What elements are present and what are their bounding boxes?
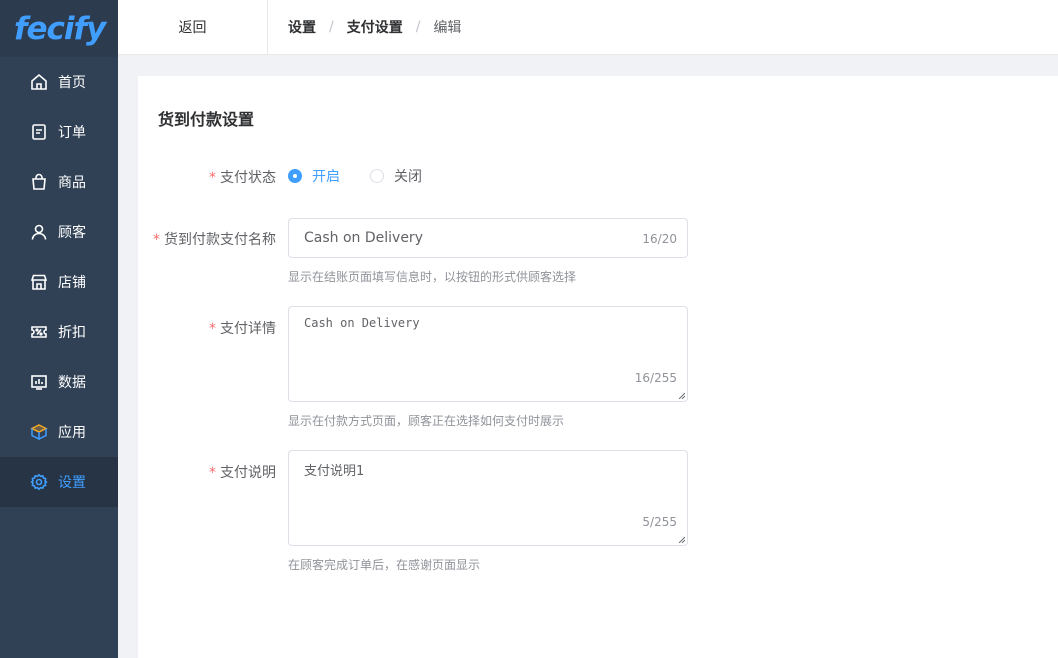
name-label-text: 货到付款支付名称 [164,232,276,248]
payment-name-value: Cash on Delivery [304,230,423,246]
sidebar-menu: 首页 订单 商品 顾客 店铺 折扣 数据 应用 设置 [0,57,118,507]
breadcrumb-settings[interactable]: 设置 [288,17,316,37]
logo-text: fecify [14,10,106,47]
name-field: Cash on Delivery 16/20 显示在结账页面填写信息时，以按钮的… [288,218,688,285]
sidebar: fecify 首页 订单 商品 顾客 店铺 折扣 数据 应用 设置 [0,0,118,658]
sidebar-item-settings[interactable]: 设置 [0,457,118,507]
discount-ticket-icon [30,323,48,341]
sidebar-item-analytics[interactable]: 数据 [0,357,118,407]
user-icon [30,223,48,241]
status-label-text: 支付状态 [220,170,276,186]
description-label: * 支付说明 [209,462,276,482]
sidebar-item-apps[interactable]: 应用 [0,407,118,457]
app-cube-icon [30,423,48,441]
payment-description-hint: 在顾客完成订单后，在感谢页面显示 [288,558,481,572]
payment-description-counter: 5/255 [642,515,677,529]
brand-logo[interactable]: fecify [0,0,118,57]
required-mark: * [209,321,216,337]
store-icon [30,273,48,291]
breadcrumb-payment-settings[interactable]: 支付设置 [347,17,403,37]
required-mark: * [209,465,216,481]
payment-name-counter: 16/20 [642,232,677,246]
resize-handle-icon[interactable] [678,536,685,543]
sidebar-item-home[interactable]: 首页 [0,57,118,107]
description-label-text: 支付说明 [220,465,276,481]
status-on-label: 开启 [312,169,340,185]
radio-checked-icon [288,169,302,183]
radio-unchecked-icon [370,169,384,183]
description-field: 支付说明1 5/255 在顾客完成订单后，在感谢页面显示 [288,450,688,573]
payment-description-textarea[interactable]: 支付说明1 5/255 [288,450,688,546]
gear-icon [30,473,48,491]
status-label: * 支付状态 [209,167,276,187]
page-title: 货到付款设置 [158,110,255,129]
sidebar-item-label: 商品 [58,175,86,191]
shopping-bag-icon [30,173,48,191]
sidebar-item-label: 数据 [58,375,86,391]
breadcrumb-edit: 编辑 [433,20,462,36]
sidebar-item-store[interactable]: 店铺 [0,257,118,307]
sidebar-item-label: 顾客 [58,225,86,241]
order-icon [30,123,48,141]
payment-details-hint: 显示在付款方式页面，顾客正在选择如何支付时展示 [288,414,565,428]
sidebar-item-products[interactable]: 商品 [0,157,118,207]
back-button[interactable]: 返回 [118,0,268,55]
status-radio-off[interactable]: 关闭 [370,166,422,186]
status-radio-group: 开启 关闭 [288,166,452,186]
resize-handle-icon[interactable] [678,392,685,399]
sidebar-item-label: 店铺 [58,275,86,291]
home-icon [30,73,48,91]
payment-details-counter: 16/255 [634,371,677,385]
sidebar-item-customers[interactable]: 顾客 [0,207,118,257]
settings-card: 货到付款设置 * 支付状态 开启 关闭 * 货到付款支付名称 Cash on Del… [138,76,1058,658]
payment-details-value: Cash on Delivery [304,316,420,330]
sidebar-item-label: 折扣 [58,325,86,341]
breadcrumb-separator: / [329,19,334,35]
required-mark: * [209,170,216,186]
sidebar-item-label: 应用 [58,425,86,441]
sidebar-item-discounts[interactable]: 折扣 [0,307,118,357]
sidebar-item-label: 首页 [58,75,86,91]
status-off-label: 关闭 [394,169,422,185]
details-label: * 支付详情 [209,318,276,338]
details-label-text: 支付详情 [220,321,276,337]
sidebar-item-label: 订单 [58,125,86,141]
name-label: * 货到付款支付名称 [153,229,276,249]
top-header: 返回 设置 / 支付设置 / 编辑 [118,0,1058,55]
breadcrumb: 设置 / 支付设置 / 编辑 [268,17,461,37]
payment-details-textarea[interactable]: Cash on Delivery 16/255 [288,306,688,402]
required-mark: * [153,232,160,248]
details-field: Cash on Delivery 16/255 显示在付款方式页面，顾客正在选择… [288,306,688,429]
payment-name-input[interactable]: Cash on Delivery 16/20 [288,218,688,258]
status-radio-on[interactable]: 开启 [288,166,340,186]
sidebar-item-orders[interactable]: 订单 [0,107,118,157]
payment-name-hint: 显示在结账页面填写信息时，以按钮的形式供顾客选择 [288,270,577,284]
analytics-icon [30,373,48,391]
payment-description-value: 支付说明1 [304,464,365,479]
sidebar-item-label: 设置 [58,475,86,491]
breadcrumb-separator: / [415,19,421,35]
